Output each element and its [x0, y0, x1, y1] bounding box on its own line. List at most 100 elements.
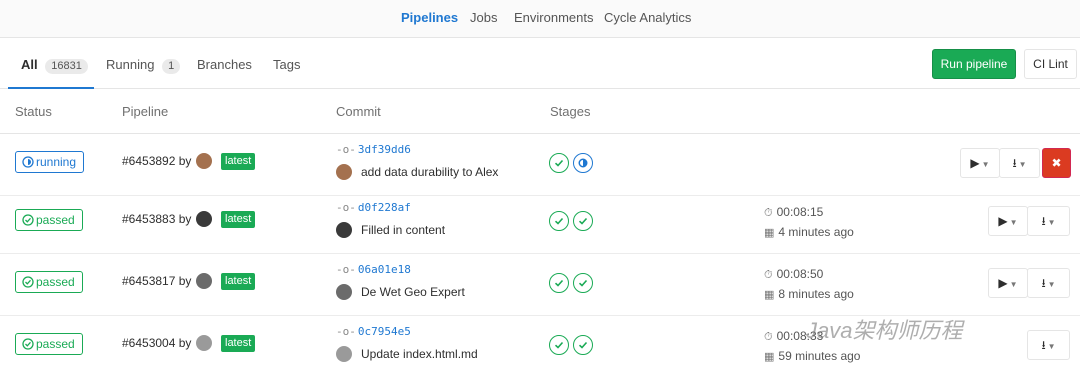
commit-sha-link[interactable]: -o- 0c7954e5: [336, 325, 411, 338]
scope-tabs: All 16831 Running 1 Branches Tags: [0, 39, 1080, 89]
download-artifacts-button[interactable]: ⭳ ▼: [1027, 330, 1070, 360]
tab-all[interactable]: All 16831: [8, 39, 94, 89]
status-label: passed: [36, 275, 75, 289]
commit-icon: -o-: [336, 263, 356, 276]
commit-sha-link[interactable]: -o-d0f228af: [336, 201, 411, 214]
table-row: passed #6453817 by latest -o- 06a01e18 De…: [0, 254, 1080, 316]
chevron-down-icon: ▼: [1009, 218, 1018, 227]
play-dropdown-button[interactable]: ▶ ▼: [988, 268, 1028, 298]
status-badge[interactable]: passed: [15, 271, 83, 293]
commit-title-link[interactable]: Update index.html.md: [361, 347, 478, 361]
table-header: Status Pipeline Commit Stages: [0, 90, 1080, 134]
latest-badge: latest: [221, 273, 256, 290]
table-row: running #6453892 by latest -o- 3df39dd6 a…: [0, 134, 1080, 196]
run-pipeline-button[interactable]: Run pipeline: [932, 49, 1016, 79]
chevron-down-icon: ▼: [1047, 280, 1056, 289]
column-stages: Stages: [550, 104, 591, 119]
tab-all-label: All: [21, 57, 38, 72]
download-artifacts-button[interactable]: ⭳ ▼: [1027, 268, 1070, 298]
avatar[interactable]: [196, 153, 212, 169]
table-row: passed #6453883 by latest -o-d0f228af Fi…: [0, 192, 1080, 254]
commit-sha: 0c7954e5: [357, 325, 411, 338]
pipeline-id-link[interactable]: #6453817 by: [122, 274, 191, 288]
stage-passed-icon[interactable]: [549, 273, 569, 293]
commit-sha: 06a01e18: [357, 263, 411, 276]
play-icon: ▶: [998, 214, 1008, 228]
pipeline-id-link[interactable]: #6453883 by: [122, 212, 191, 226]
avatar[interactable]: [336, 284, 352, 300]
passed-icon: [22, 338, 34, 350]
commit-icon: -o-: [336, 143, 356, 156]
download-artifacts-button[interactable]: ⭳ ▼: [999, 148, 1040, 178]
duration-value: 00:08:50: [776, 267, 824, 281]
pipeline-id-link[interactable]: #6453004 by: [122, 336, 191, 350]
commit-icon: -o-: [336, 201, 356, 214]
status-badge[interactable]: passed: [15, 333, 83, 355]
chevron-down-icon: ▼: [1047, 218, 1056, 227]
commit-icon: -o-: [336, 325, 356, 338]
finished-value: 4 minutes ago: [778, 225, 854, 239]
download-artifacts-button[interactable]: ⭳ ▼: [1027, 206, 1070, 236]
passed-icon: [22, 214, 34, 226]
tab-running[interactable]: Running 1: [106, 39, 181, 89]
status-badge[interactable]: passed: [15, 209, 83, 231]
column-commit: Commit: [336, 104, 381, 119]
finished-at: ▦ 4 minutes ago: [764, 225, 854, 239]
nav-environments[interactable]: Environments: [514, 10, 593, 25]
calendar-icon: ▦: [764, 289, 775, 301]
calendar-icon: ▦: [764, 227, 775, 239]
ci-lint-button[interactable]: CI Lint: [1024, 49, 1077, 79]
commit-title-link[interactable]: add data durability to Alex: [361, 165, 498, 179]
play-dropdown-button[interactable]: ▶ ▼: [988, 206, 1028, 236]
commit-sha: d0f228af: [357, 201, 411, 214]
stage-running-icon[interactable]: [573, 153, 593, 173]
chevron-down-icon: ▼: [1018, 160, 1027, 169]
nav-jobs[interactable]: Jobs: [470, 10, 497, 25]
finished-value: 8 minutes ago: [778, 287, 854, 301]
tab-running-count: 1: [162, 59, 181, 74]
passed-icon: [22, 276, 34, 288]
close-icon: ✖: [1051, 156, 1062, 170]
tab-all-count: 16831: [45, 59, 88, 74]
column-status: Status: [15, 104, 52, 119]
sub-navigation: Pipelines Jobs Environments Cycle Analyt…: [0, 0, 1080, 38]
avatar[interactable]: [196, 211, 212, 227]
avatar[interactable]: [196, 335, 212, 351]
stage-passed-icon[interactable]: [549, 211, 569, 231]
stopwatch-icon: ⏱: [764, 269, 773, 281]
finished-value: 59 minutes ago: [778, 349, 861, 363]
commit-sha-link[interactable]: -o- 06a01e18: [336, 263, 411, 276]
download-icon: ⭳: [1041, 214, 1046, 228]
status-badge[interactable]: running: [15, 151, 85, 173]
commit-sha-link[interactable]: -o- 3df39dd6: [336, 143, 411, 156]
nav-pipelines[interactable]: Pipelines: [401, 10, 458, 25]
play-icon: ▶: [970, 156, 980, 170]
status-label: passed: [36, 213, 75, 227]
avatar[interactable]: [196, 273, 212, 289]
avatar[interactable]: [336, 346, 352, 362]
pipeline-id-link[interactable]: #6453892 by: [122, 154, 191, 168]
stage-passed-icon[interactable]: [573, 211, 593, 231]
watermark: Java架构师历程: [806, 318, 963, 343]
avatar[interactable]: [336, 164, 352, 180]
tab-branches[interactable]: Branches: [197, 39, 252, 89]
status-label: passed: [36, 337, 75, 351]
running-icon: [22, 156, 34, 168]
stage-passed-icon[interactable]: [573, 335, 593, 355]
stage-passed-icon[interactable]: [573, 273, 593, 293]
play-dropdown-button[interactable]: ▶ ▼: [960, 148, 1000, 178]
commit-title-link[interactable]: De Wet Geo Expert: [361, 285, 465, 299]
stopwatch-icon: ⏱: [764, 331, 773, 343]
latest-badge: latest: [221, 153, 256, 170]
tab-tags[interactable]: Tags: [273, 39, 300, 89]
duration: ⏱ 00:08:50: [764, 267, 823, 282]
cancel-button[interactable]: ✖: [1042, 148, 1071, 178]
latest-badge: latest: [221, 335, 256, 352]
download-icon: ⭳: [1041, 338, 1046, 352]
nav-cycle-analytics[interactable]: Cycle Analytics: [604, 10, 691, 25]
stage-passed-icon[interactable]: [549, 153, 569, 173]
chevron-down-icon: ▼: [981, 160, 990, 169]
stage-passed-icon[interactable]: [549, 335, 569, 355]
commit-title-link[interactable]: Filled in content: [361, 223, 445, 237]
avatar[interactable]: [336, 222, 352, 238]
